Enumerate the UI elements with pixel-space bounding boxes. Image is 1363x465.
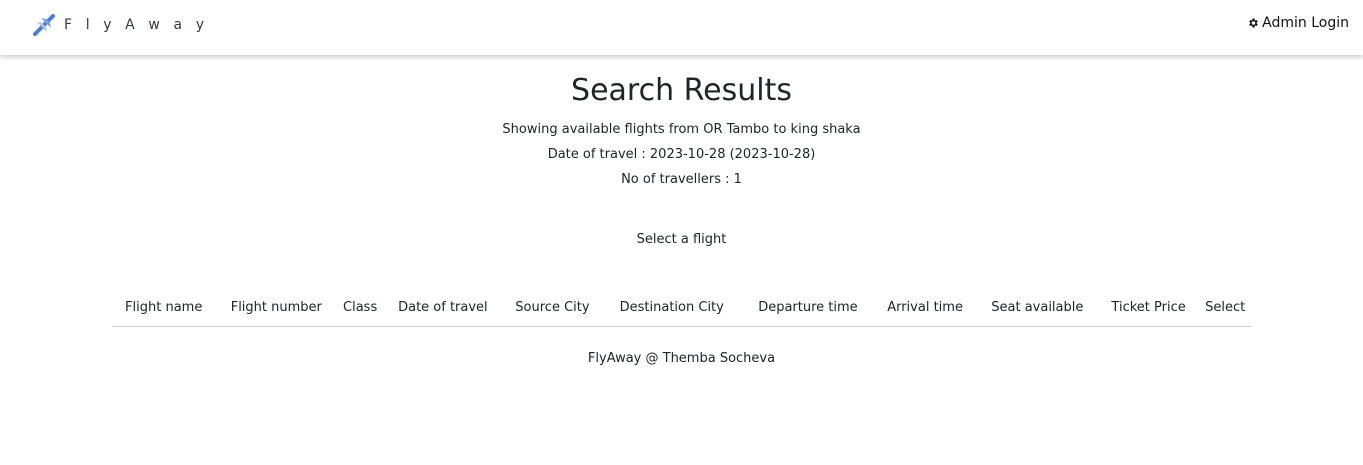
travellers-info: No of travellers : 1 <box>621 172 742 187</box>
gear-icon <box>1249 18 1258 28</box>
column-header-ticket-price: Ticket Price <box>1098 293 1199 327</box>
column-header-source-city: Source City <box>502 293 603 327</box>
select-flight-prompt: Select a flight <box>636 232 727 247</box>
column-header-class: Class <box>337 293 383 327</box>
travel-date-info: Date of travel : 2023-10-28 (2023-10-28) <box>547 147 816 162</box>
footer-credit: FlyAway @ Themba Socheva <box>587 351 776 366</box>
column-header-date-of-travel: Date of travel <box>383 293 503 327</box>
brand-link[interactable]: F l y A w a y <box>32 13 209 37</box>
column-header-arrival-time: Arrival time <box>874 293 976 327</box>
flights-table-container: Flight name Flight number Class Date of … <box>112 293 1252 327</box>
page-title: Search Results <box>571 73 792 108</box>
column-header-flight-number: Flight number <box>215 293 338 327</box>
route-info: Showing available flights from OR Tambo … <box>502 122 861 137</box>
top-navbar: F l y A w a y Admin Login <box>0 0 1363 55</box>
flights-table: Flight name Flight number Class Date of … <box>112 293 1252 327</box>
column-header-select: Select <box>1198 293 1252 327</box>
column-header-destination-city: Destination City <box>602 293 742 327</box>
table-header-row: Flight name Flight number Class Date of … <box>112 293 1252 327</box>
column-header-seat-available: Seat available <box>975 293 1099 327</box>
column-header-flight-name: Flight name <box>112 293 216 327</box>
airplane-icon <box>33 14 55 36</box>
admin-login-link[interactable]: Admin Login <box>1247 15 1349 31</box>
admin-login-label: Admin Login <box>1262 15 1349 31</box>
column-header-departure-time: Departure time <box>741 293 875 327</box>
brand-name: F l y A w a y <box>64 17 209 33</box>
